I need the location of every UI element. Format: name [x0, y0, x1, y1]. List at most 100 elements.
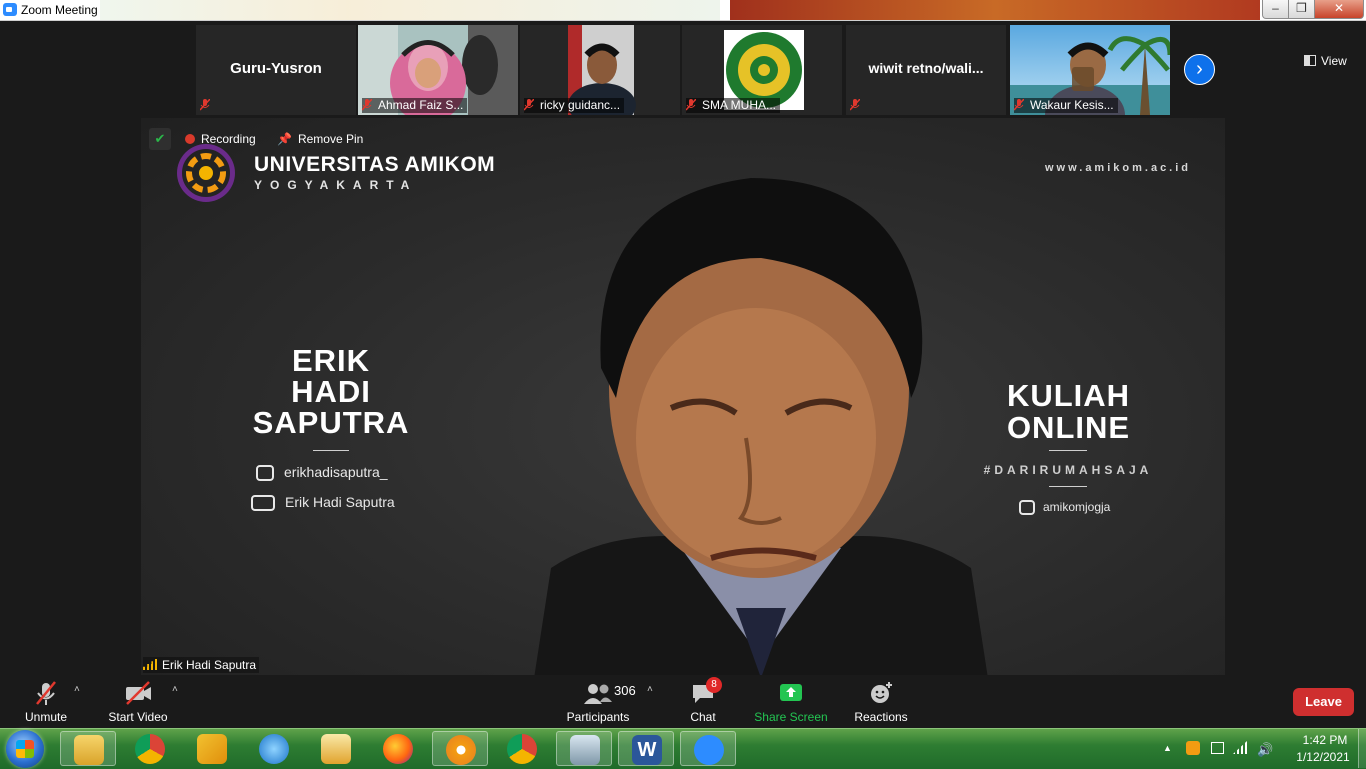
participants-label: Participants	[566, 710, 630, 724]
participant-label: Ahmad Faiz S...	[362, 98, 468, 113]
participant-label-text: Ahmad Faiz S...	[378, 98, 464, 112]
tray-expand-icon[interactable]: ▲	[1163, 743, 1172, 753]
divider	[1049, 450, 1087, 451]
background-window-strip-2	[730, 0, 1260, 20]
muted-mic-icon	[524, 99, 534, 111]
taskbar-chrome-2[interactable]	[494, 731, 550, 766]
close-button[interactable]: ✕	[1314, 0, 1364, 19]
reactions-icon	[871, 682, 892, 703]
muted-mic-icon	[200, 99, 210, 111]
video-options-caret[interactable]: ˄	[172, 684, 178, 695]
network-signal-icon[interactable]	[1233, 741, 1247, 754]
speaker-name-label: Erik Hadi Saputra	[143, 657, 260, 673]
chat-label: Chat	[690, 710, 716, 724]
clock-time[interactable]: 1:42 PM	[1294, 733, 1356, 747]
participant-tile[interactable]: wiwit retno/wali...	[846, 25, 1006, 115]
windows-taskbar: W ▲ 🔊	[0, 728, 1366, 769]
instagram-icon	[256, 465, 274, 481]
speaker-name-line-2: HADI	[291, 374, 371, 409]
window-title-bar: Zoom Meeting – ❒ ✕	[0, 0, 1366, 21]
participant-tile[interactable]: SMA MUHA...	[682, 25, 842, 115]
kuliah-heading-line-1: KULIAH	[1006, 378, 1131, 413]
taskbar-word[interactable]: W	[618, 731, 674, 766]
participant-label-text: Wakaur Kesis...	[1030, 98, 1114, 112]
taskbar-firefox[interactable]	[370, 731, 426, 766]
remove-pin-button[interactable]: 📌 Remove Pin	[277, 128, 363, 150]
record-icon	[185, 134, 195, 144]
zoom-icon	[694, 735, 724, 765]
divider	[1049, 486, 1087, 487]
youtube-channel-text: Erik Hadi Saputra	[285, 494, 395, 510]
participants-options-caret[interactable]: ˄	[647, 684, 653, 695]
view-label: View	[1321, 54, 1347, 68]
instagram-handle-2: amikomjogja	[1019, 500, 1110, 515]
participant-label	[850, 98, 870, 113]
share-screen-button[interactable]: Share Screen	[752, 680, 830, 724]
instagram-handle: erikhadisaputra_	[256, 464, 388, 481]
instagram-handle-text: erikhadisaputra_	[284, 464, 388, 480]
start-button[interactable]	[6, 730, 44, 768]
participant-name: wiwit retno/wali...	[868, 60, 984, 76]
taskbar-computer[interactable]	[556, 731, 612, 766]
clock-date[interactable]: 1/12/2021	[1290, 750, 1356, 764]
divider	[313, 450, 349, 451]
speaker-name-text: Erik Hadi Saputra	[162, 658, 257, 672]
volume-icon[interactable]: 🔊	[1257, 742, 1273, 758]
chrome-icon	[135, 734, 165, 764]
taskbar-app-orange[interactable]	[432, 731, 488, 766]
tools-app-icon	[197, 734, 227, 764]
maximize-button[interactable]: ❒	[1288, 0, 1315, 19]
brand-url: www.amikom.ac.id	[1045, 162, 1192, 174]
taskbar-chrome[interactable]	[122, 731, 178, 766]
participants-icon	[584, 684, 612, 704]
tray-app-icon[interactable]	[1186, 741, 1200, 755]
youtube-channel: Erik Hadi Saputra	[251, 494, 395, 511]
background-window-strip	[100, 0, 720, 20]
hashtag: #DARIRUMAHSAJA	[983, 463, 1153, 477]
view-button[interactable]: View	[1304, 54, 1347, 68]
participant-tile[interactable]: Wakaur Kesis...	[1010, 25, 1170, 115]
taskbar-tools[interactable]	[184, 731, 240, 766]
zoom-app-icon	[3, 3, 17, 16]
speaker-name-line-1: ERIK	[291, 343, 371, 378]
leave-meeting-button[interactable]: Leave	[1293, 688, 1354, 716]
kuliah-heading-line-2: ONLINE	[1006, 410, 1131, 445]
speaker-name-line-3: SAPUTRA	[252, 405, 410, 440]
pin-icon: 📌	[277, 132, 292, 146]
media-player-icon	[321, 734, 351, 764]
taskbar-internet-explorer[interactable]	[246, 731, 302, 766]
internet-explorer-icon	[259, 734, 289, 764]
brand-name: UNIVERSITAS AMIKOM	[254, 153, 496, 176]
firefox-icon	[383, 734, 413, 764]
start-video-button[interactable]: Start Video	[104, 680, 172, 724]
participant-label-text: SMA MUHA...	[702, 98, 777, 112]
security-shield-icon[interactable]: ✔	[149, 128, 171, 150]
taskbar-media-player[interactable]	[308, 731, 364, 766]
unmute-button[interactable]: Unmute	[18, 680, 74, 724]
share-screen-label: Share Screen	[754, 710, 828, 724]
taskbar-zoom[interactable]	[680, 731, 736, 766]
next-page-button[interactable]: ›	[1184, 54, 1215, 85]
reactions-button[interactable]: Reactions	[852, 680, 910, 724]
participant-tile[interactable]: Guru-Yusron	[196, 25, 356, 115]
participant-label: ricky guidanc...	[524, 98, 625, 113]
remove-pin-label: Remove Pin	[297, 132, 364, 146]
taskbar-explorer[interactable]	[60, 731, 116, 766]
speaker-video-image	[534, 178, 988, 675]
minimize-button[interactable]: –	[1262, 0, 1289, 19]
amikom-logo	[177, 144, 235, 202]
audio-options-caret[interactable]: ˄	[74, 684, 80, 695]
share-screen-icon	[780, 684, 802, 701]
participant-label: SMA MUHA...	[686, 98, 781, 113]
chrome-icon	[507, 734, 537, 764]
computer-icon	[570, 735, 600, 765]
file-explorer-icon	[74, 735, 104, 765]
action-center-icon[interactable]	[1211, 742, 1224, 754]
instagram-icon	[1019, 500, 1035, 515]
show-desktop-button[interactable]	[1358, 729, 1366, 768]
muted-mic-icon	[850, 99, 860, 111]
signal-strength-icon	[143, 659, 157, 670]
participant-tile[interactable]: Ahmad Faiz S...	[358, 25, 518, 115]
active-speaker-video: ✔ Recording 📌 Remove Pin UNIVERSITAS AMIK…	[141, 118, 1225, 675]
participant-tile[interactable]: ricky guidanc...	[520, 25, 680, 115]
